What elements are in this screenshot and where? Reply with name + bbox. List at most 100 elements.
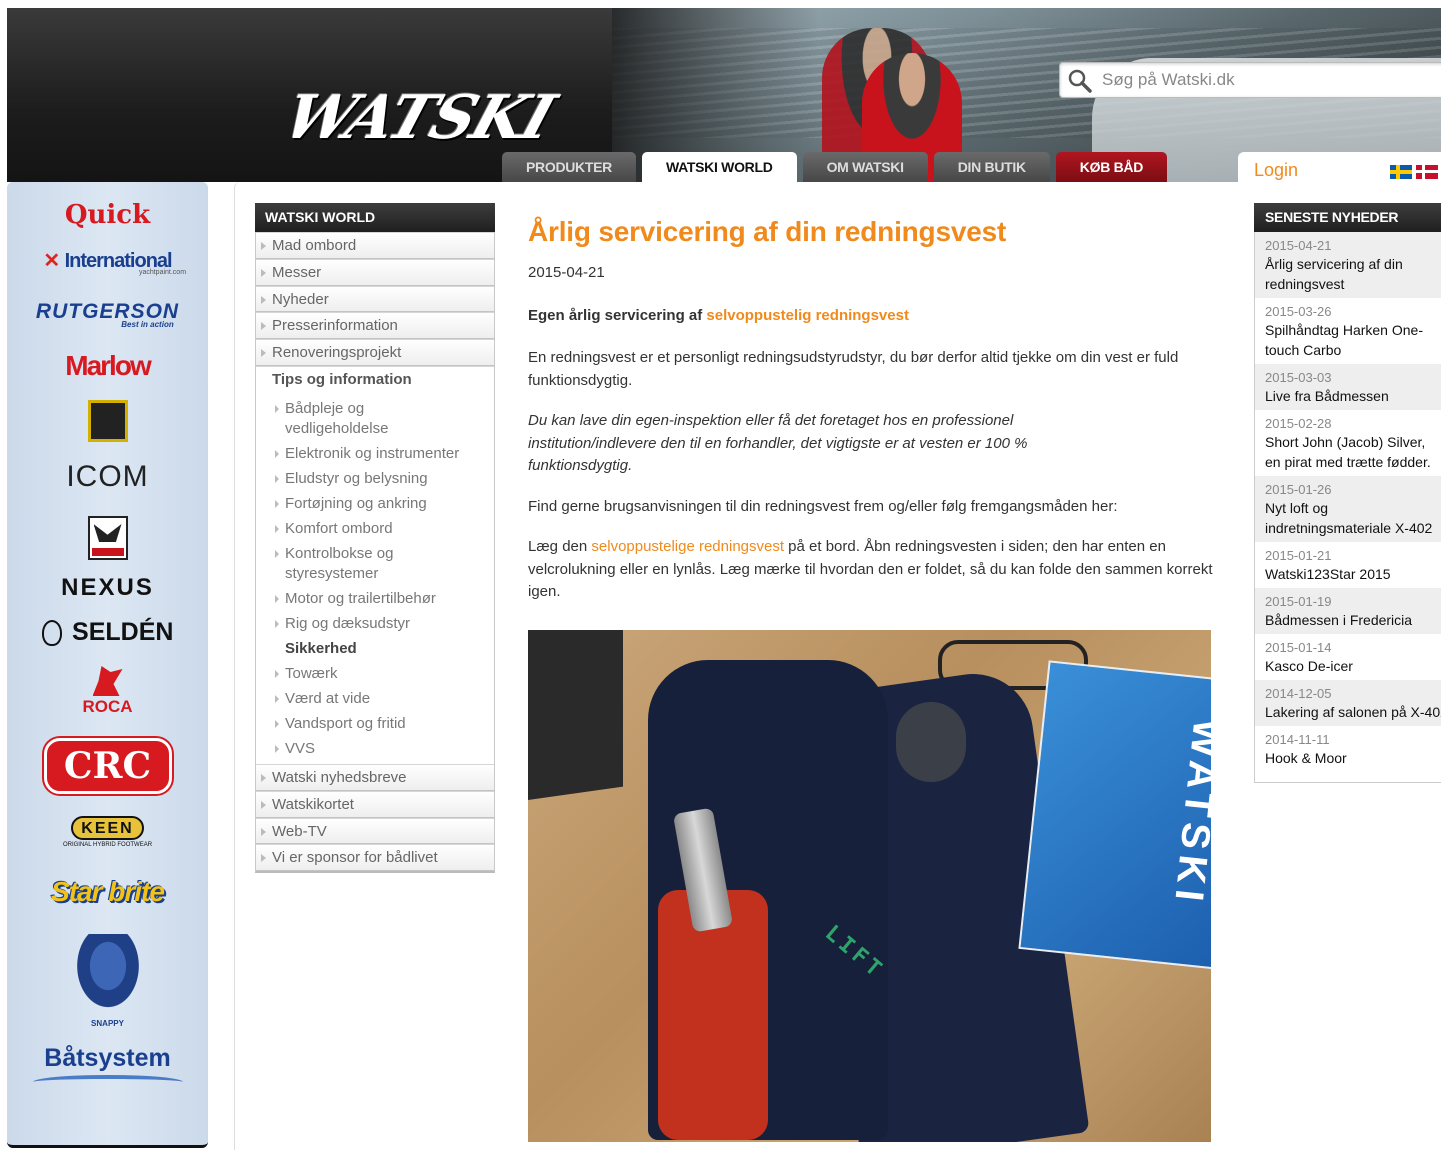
article: Årlig servicering af din redningsvest 20… xyxy=(528,212,1233,604)
brand-quick[interactable]: Quick xyxy=(7,200,208,230)
news-item[interactable]: 2015-01-26 Nyt loft og indretningsmateria… xyxy=(1255,476,1441,542)
news-title[interactable]: Live fra Bådmessen xyxy=(1265,386,1441,406)
news-title[interactable]: Short John (Jacob) Silver, en pirat med … xyxy=(1265,432,1441,472)
brand-sidebar: Quick ✕ International yachtpaint.com RUT… xyxy=(7,182,208,1148)
news-item[interactable]: 2015-01-21 Watski123Star 2015 xyxy=(1255,542,1441,588)
menu-heading: WATSKI WORLD xyxy=(255,203,495,232)
menu-item-messer[interactable]: Messer xyxy=(256,258,494,286)
news-date: 2015-01-26 xyxy=(1265,482,1332,497)
article-paragraph-3: Find gerne brugsanvisningen til din redn… xyxy=(528,497,1118,515)
news-title[interactable]: Årlig servicering af din redningsvest xyxy=(1265,254,1425,294)
menu-item-presserinformation[interactable]: Presserinformation xyxy=(256,312,494,340)
menu-item-tips-og-information[interactable]: Tips og information xyxy=(256,365,494,394)
news-title[interactable]: Lakering af salonen på X-402 xyxy=(1265,702,1441,722)
swedish-flag-icon[interactable] xyxy=(1390,165,1412,179)
news-title[interactable]: Nyt loft og indretningsmateriale X-402 r… xyxy=(1265,498,1441,538)
brand-star-brite[interactable]: Star brite xyxy=(7,876,208,908)
menu-item-nyheder[interactable]: Nyheder xyxy=(256,285,494,313)
tab-din-butik[interactable]: DIN BUTIK xyxy=(933,152,1050,182)
news-item[interactable]: 2015-01-14 Kasco De-icer xyxy=(1255,634,1441,680)
menu-item-sponsor[interactable]: Vi er sponsor for bådlivet xyxy=(256,844,494,872)
article-paragraph-2: Du kan lave din egen-inspektion eller få… xyxy=(528,412,1028,474)
lead-text: Egen årlig servicering af xyxy=(528,306,707,324)
danish-flag-icon[interactable] xyxy=(1416,165,1438,179)
submenu-item[interactable]: Motor og trailertilbehør xyxy=(256,589,494,609)
brand-viking-badge[interactable] xyxy=(7,400,208,447)
submenu-item-active[interactable]: Sikkerhed xyxy=(256,639,494,659)
news-item[interactable]: 2014-11-11 Hook & Moor xyxy=(1255,726,1441,772)
article-title: Årlig servicering af din redningsvest xyxy=(528,216,1007,247)
login-bar: Login xyxy=(1238,152,1441,188)
article-paragraph-4: Læg den selvoppustelige redningsvest på … xyxy=(528,536,1233,604)
tab-produkter[interactable]: PRODUKTER xyxy=(502,152,636,182)
news-date: 2015-03-03 xyxy=(1265,370,1332,385)
brand-nexus[interactable]: NEXUS xyxy=(7,574,208,602)
submenu-item[interactable]: Eludstyr og belysning xyxy=(256,469,494,489)
submenu-item[interactable]: Komfort ombord xyxy=(256,519,494,539)
submenu-item[interactable]: Towærk xyxy=(256,664,494,684)
news-date: 2015-01-21 xyxy=(1265,548,1332,563)
news-item[interactable]: 2015-01-19 Bådmessen i Fredericia xyxy=(1255,588,1441,634)
news-item[interactable]: 2014-12-05 Lakering af salonen på X-402 xyxy=(1255,680,1441,726)
article-photo: WATSKI LIFT xyxy=(528,630,1211,1142)
news-heading: SENESTE NYHEDER xyxy=(1254,203,1441,232)
section-menu: WATSKI WORLD Mad ombord Messer Nyheder P… xyxy=(255,203,495,874)
submenu-item[interactable]: Fortøjning og ankring xyxy=(256,494,494,514)
photo-book-text: WATSKI xyxy=(1165,716,1211,910)
submenu-item[interactable]: Værd at vide xyxy=(256,689,494,709)
login-link[interactable]: Login xyxy=(1254,160,1298,181)
news-date: 2014-12-05 xyxy=(1265,686,1332,701)
search-icon xyxy=(1068,69,1092,93)
news-title[interactable]: Hook & Moor xyxy=(1265,748,1441,768)
news-date: 2015-02-28 xyxy=(1265,416,1332,431)
submenu-item[interactable]: Elektronik og instrumenter xyxy=(256,444,494,464)
brand-batsystem[interactable]: Båtsystem xyxy=(7,1044,208,1089)
news-item[interactable]: 2015-02-28 Short John (Jacob) Silver, en … xyxy=(1255,410,1441,476)
lead-link[interactable]: selvoppustelig redningsvest xyxy=(706,307,909,324)
p4-link[interactable]: selvoppustelige redningsvest xyxy=(591,538,784,555)
search-input[interactable] xyxy=(1102,67,1432,93)
news-date: 2015-01-14 xyxy=(1265,640,1332,655)
news-item[interactable]: 2015-03-26 Spilhåndtag Harken One-touch C… xyxy=(1255,298,1441,364)
brand-marlow[interactable]: Marlow xyxy=(7,350,208,382)
brand-international[interactable]: ✕ International yachtpaint.com xyxy=(7,248,208,276)
news-item[interactable]: 2015-03-03 Live fra Bådmessen xyxy=(1255,364,1441,410)
submenu-item[interactable]: VVS xyxy=(256,739,494,759)
submenu-item[interactable]: Rig og dæksudstyr xyxy=(256,614,494,634)
article-date: 2015-04-21 xyxy=(528,264,605,281)
menu-item-watski-nyhedsbreve[interactable]: Watski nyhedsbreve xyxy=(256,763,494,791)
menu-item-web-tv[interactable]: Web-TV xyxy=(256,817,494,845)
brand-icom[interactable]: ICOM xyxy=(7,460,208,494)
menu-item-renoveringsprojekt[interactable]: Renoveringsprojekt xyxy=(256,339,494,366)
news-date: 2015-04-21 xyxy=(1265,238,1332,253)
main-nav: PRODUKTER WATSKI WORLD OM WATSKI DIN BUT… xyxy=(502,152,1168,184)
submenu-item[interactable]: Kontrolbokse og styresystemer xyxy=(256,544,456,584)
submenu-item[interactable]: Bådpleje og vedligeholdelse xyxy=(256,399,466,439)
news-date: 2015-01-19 xyxy=(1265,594,1332,609)
news-title[interactable]: Bådmessen i Fredericia xyxy=(1265,610,1441,630)
news-date: 2015-03-26 xyxy=(1265,304,1332,319)
brand-keen[interactable]: KEEN ORIGINAL HYBRID FOOTWEAR xyxy=(7,816,208,848)
brand-viking[interactable] xyxy=(7,516,208,565)
menu-item-mad-ombord[interactable]: Mad ombord xyxy=(256,232,494,259)
menu-item-watskikortet[interactable]: Watskikortet xyxy=(256,790,494,818)
tab-kob-bad[interactable]: KØB BÅD xyxy=(1055,152,1168,182)
p4-text: Læg den xyxy=(528,538,592,555)
tab-om-watski[interactable]: OM WATSKI xyxy=(802,152,928,182)
brand-crc[interactable]: CRC xyxy=(7,738,208,794)
latest-news: SENESTE NYHEDER 2015-04-21 Årlig servicer… xyxy=(1254,203,1441,783)
news-title[interactable]: Watski123Star 2015 xyxy=(1265,564,1441,584)
search-box[interactable] xyxy=(1059,62,1441,98)
brand-rutgerson[interactable]: RUTGERSON Best in action xyxy=(7,300,208,329)
brand-roca[interactable]: ROCA xyxy=(7,666,208,717)
news-title[interactable]: Spilhåndtag Harken One-touch Carbo xyxy=(1265,320,1441,360)
brand-selden[interactable]: SELDÉN xyxy=(7,618,208,647)
brand-snappy[interactable]: SNAPPY xyxy=(7,934,208,1028)
news-item[interactable]: 2015-04-21 Årlig servicering af din redni… xyxy=(1255,232,1441,298)
news-date: 2014-11-11 xyxy=(1265,732,1330,747)
article-paragraph-1: En redningsvest er et personligt redning… xyxy=(528,349,1179,389)
tab-watski-world[interactable]: WATSKI WORLD xyxy=(641,152,797,184)
news-title[interactable]: Kasco De-icer xyxy=(1265,656,1441,676)
article-lead: Egen årlig servicering af selvoppustelig… xyxy=(528,305,1233,328)
submenu-item[interactable]: Vandsport og fritid xyxy=(256,714,494,734)
